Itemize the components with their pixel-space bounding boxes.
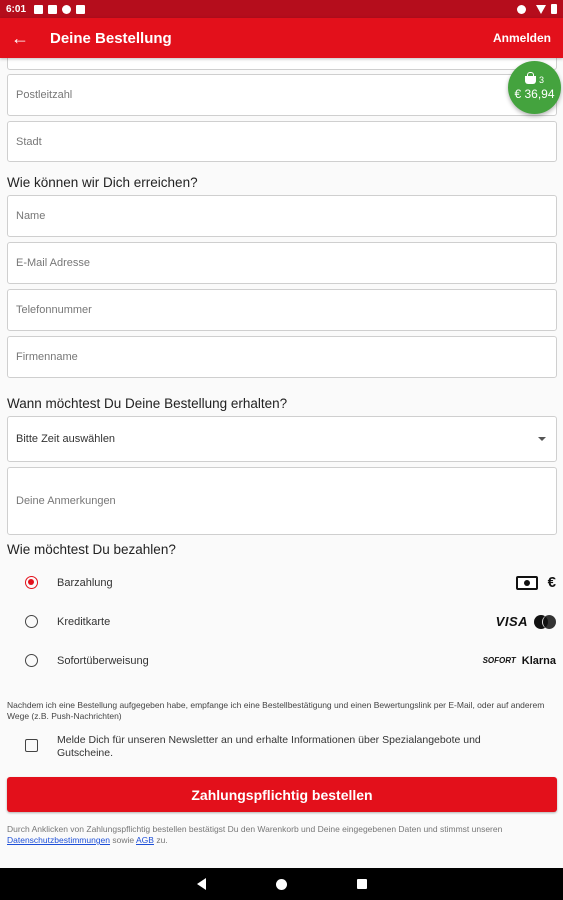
order-button[interactable]: Zahlungspflichtig bestellen	[7, 777, 557, 812]
basket-count: 3	[538, 74, 544, 85]
street-field[interactable]	[7, 58, 557, 70]
phone-placeholder: Telefonnummer	[16, 304, 92, 316]
legal-text-start: Durch Anklicken von Zahlungspflichtig be…	[7, 824, 503, 834]
company-placeholder: Firmenname	[16, 351, 78, 363]
visa-icon: VISA	[495, 614, 528, 629]
delivery-heading: Wann möchtest Du Deine Bestellung erhalt…	[7, 396, 288, 411]
privacy-link[interactable]: Datenschutzbestimmungen	[7, 835, 110, 845]
remarks-field[interactable]: Deine Anmerkungen	[7, 467, 557, 535]
legal-info: Durch Anklicken von Zahlungspflichtig be…	[7, 824, 555, 846]
payment-heading: Wie möchtest Du bezahlen?	[7, 542, 176, 557]
cash-label: Barzahlung	[57, 576, 113, 589]
remarks-placeholder: Deine Anmerkungen	[16, 495, 116, 507]
navigation-bar	[0, 868, 563, 900]
city-field[interactable]: Stadt	[7, 121, 557, 162]
card-label: Kreditkarte	[57, 615, 111, 628]
status-bar: 6:01	[0, 0, 563, 18]
signal-icon	[536, 4, 546, 14]
status-time: 6:01	[6, 3, 27, 15]
time-select[interactable]: Bitte Zeit auswählen	[7, 416, 557, 462]
page-title: Deine Bestellung	[50, 29, 172, 47]
nav-home-icon[interactable]	[275, 878, 287, 890]
payment-option-card[interactable]: Kreditkarte VISA	[0, 602, 563, 641]
sync-icon	[62, 4, 72, 14]
euro-icon: €	[547, 574, 556, 591]
terms-link[interactable]: AGB	[136, 835, 154, 845]
card-radio[interactable]	[25, 615, 38, 628]
email-field[interactable]: E-Mail Adresse	[7, 242, 557, 284]
sofort-radio[interactable]	[25, 654, 38, 667]
back-button[interactable]: ←	[0, 18, 40, 58]
postal-code-field[interactable]: Postleitzahl	[7, 74, 557, 116]
time-select-value: Bitte Zeit auswählen	[16, 433, 116, 445]
nav-recents-icon[interactable]	[356, 879, 367, 889]
company-field[interactable]: Firmenname	[7, 336, 557, 378]
order-form[interactable]: Postleitzahl Stadt Wie können wir Dich e…	[0, 58, 563, 868]
legal-text-end: zu.	[153, 835, 168, 845]
basket-total: € 36,94	[514, 86, 555, 101]
payment-option-sofort[interactable]: Sofortüberweisung SOFORT Klarna	[0, 641, 563, 680]
cash-radio[interactable]	[25, 576, 38, 589]
banknote-icon	[515, 575, 538, 590]
city-placeholder: Stadt	[16, 135, 42, 148]
newsletter-checkbox[interactable]	[25, 739, 38, 752]
login-button[interactable]: Anmelden	[493, 31, 551, 45]
name-placeholder: Name	[16, 210, 46, 222]
app-bar: ← Deine Bestellung Anmelden	[0, 18, 563, 58]
wifi-icon	[517, 4, 526, 14]
arrow-left-icon: ←	[11, 27, 29, 48]
sofort-label: Sofortüberweisung	[57, 654, 149, 667]
confirmation-info: Nachdem ich eine Bestellung aufgegeben h…	[7, 700, 545, 721]
mail-icon	[34, 4, 44, 14]
basket-icon	[524, 71, 536, 84]
mastercard-icon	[534, 614, 556, 629]
email-placeholder: E-Mail Adresse	[16, 257, 90, 269]
sofort-icon: SOFORT	[482, 656, 516, 665]
contact-heading: Wie können wir Dich erreichen?	[7, 175, 198, 190]
app-icon	[48, 4, 58, 14]
basket-badge[interactable]: 3 € 36,94	[508, 61, 561, 114]
sd-card-icon	[76, 4, 86, 14]
battery-icon	[551, 4, 557, 14]
name-field[interactable]: Name	[7, 195, 557, 237]
nav-back-icon[interactable]	[196, 878, 206, 890]
postal-code-placeholder: Postleitzahl	[16, 89, 73, 101]
newsletter-label: Melde Dich für unseren Newsletter an und…	[57, 734, 481, 759]
phone-field[interactable]: Telefonnummer	[7, 289, 557, 331]
legal-text-middle: sowie	[110, 835, 137, 845]
klarna-icon: Klarna	[521, 654, 556, 667]
chevron-down-icon	[538, 437, 546, 441]
payment-option-cash[interactable]: Barzahlung €	[0, 563, 563, 602]
